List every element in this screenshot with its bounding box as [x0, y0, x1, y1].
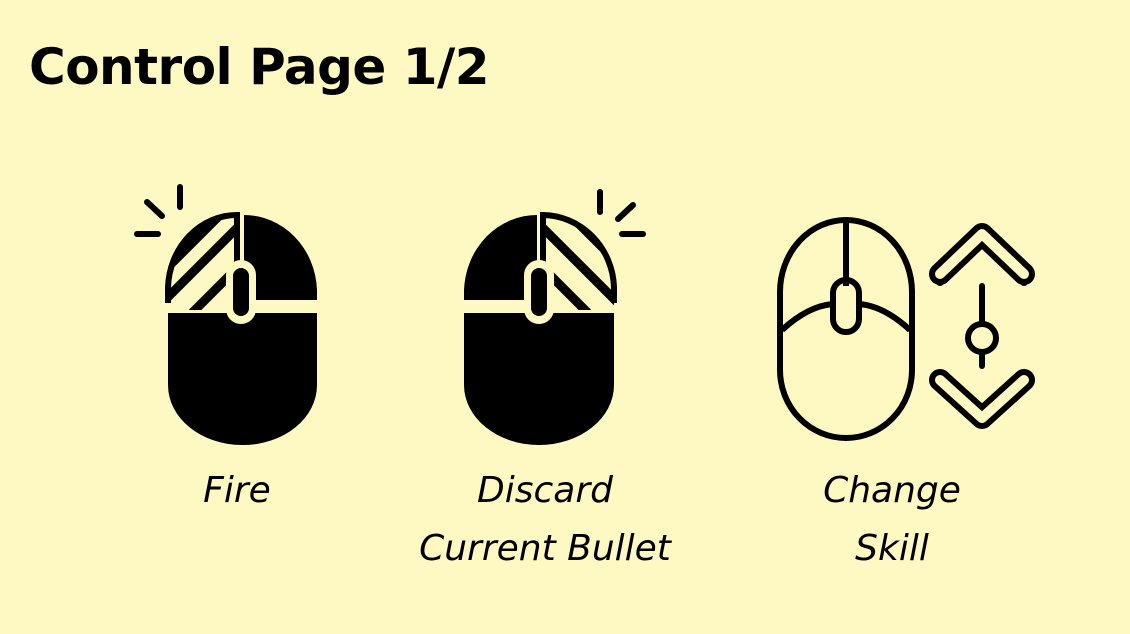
control-discard-line-1: Discard [477, 470, 613, 511]
mouse-left-click-icon [134, 184, 317, 445]
control-change-skill-label: Change Skill [792, 462, 992, 578]
page-title: Control Page 1/2 [29, 38, 490, 96]
control-change-skill-line-1: Change [823, 470, 961, 511]
control-discard-line-2: Current Bullet [419, 528, 671, 569]
control-change-skill-line-2: Skill [855, 528, 929, 569]
control-fire-line-1: Fire [203, 470, 271, 511]
control-fire-label: Fire [137, 462, 337, 520]
mouse-right-click-icon [464, 189, 646, 445]
mouse-scroll-wheel-icon [777, 216, 1035, 442]
control-discard-label: Discard Current Bullet [395, 462, 695, 578]
